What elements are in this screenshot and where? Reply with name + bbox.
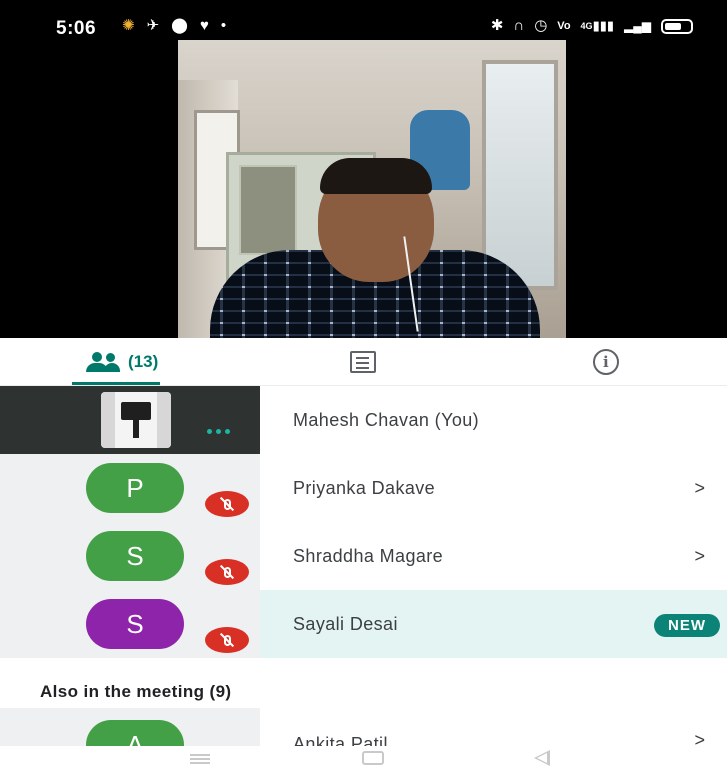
participant-video: [178, 40, 566, 338]
participant-row[interactable]: S Sayali Desai NEW: [0, 590, 727, 658]
participant-tile: A: [0, 708, 260, 746]
avatar: A: [86, 720, 184, 746]
home-icon[interactable]: [362, 751, 384, 765]
participant-name: Sayali Desai: [293, 613, 398, 634]
participant-tile: P: [0, 454, 260, 522]
tab-chat[interactable]: [242, 338, 484, 385]
avatar: P: [86, 463, 184, 513]
mic-muted-icon: [205, 627, 249, 653]
cell-signal-icon: ▂▄▆: [624, 19, 651, 33]
participant-tile: [0, 386, 260, 454]
volte-icon: Vo: [557, 20, 571, 32]
status-time: 5:06: [56, 18, 97, 39]
also-in-meeting-heading: Also in the meeting (9): [40, 682, 232, 701]
speaking-indicator-icon: [207, 429, 230, 434]
chevron-right-icon[interactable]: >: [694, 478, 705, 499]
participant-tile: S: [0, 590, 260, 658]
status-right-icons: ✱ ∩ ◷ Vo 4G▮▮▮ ▂▄▆: [491, 16, 693, 36]
headphones-icon: ∩: [513, 17, 525, 34]
status-left-icons: ✺ ✈ ⬤ ♥ •: [122, 16, 226, 36]
status-bar: 5:06 ✺ ✈ ⬤ ♥ • ✱ ∩ ◷ Vo 4G▮▮▮ ▂▄▆: [0, 0, 727, 52]
participant-name: Priyanka Dakave: [293, 477, 436, 498]
menu-icon[interactable]: [190, 754, 210, 756]
bluetooth-icon: ✱: [490, 17, 504, 34]
app-icon: ✈: [146, 17, 160, 34]
people-count: (13): [128, 351, 159, 371]
video-person-hair: [320, 158, 432, 194]
participant-list: Mahesh Chavan (You) P Priyanka Dakave > …: [0, 386, 727, 658]
people-icon: [84, 351, 121, 372]
info-icon: i: [592, 348, 619, 375]
mic-muted-icon: [205, 491, 249, 517]
mic-muted-icon: [205, 559, 249, 585]
tab-info[interactable]: i: [485, 338, 727, 385]
participant-name: Shraddha Magare: [293, 545, 444, 566]
participant-row-you[interactable]: Mahesh Chavan (You): [0, 386, 727, 454]
battery-icon: [661, 18, 693, 34]
back-icon[interactable]: [534, 750, 550, 766]
meeting-tab-bar: (13) i: [0, 338, 727, 386]
dot-icon: •: [220, 17, 227, 34]
avatar: S: [86, 599, 184, 649]
video-window-right: [482, 60, 558, 290]
video-feed-area[interactable]: 5:06 ✺ ✈ ⬤ ♥ • ✱ ∩ ◷ Vo 4G▮▮▮ ▂▄▆: [0, 0, 727, 338]
wifi-signal-icon: 4G▮▮▮: [580, 18, 615, 33]
participant-row[interactable]: P Priyanka Dakave >: [0, 454, 727, 522]
avatar: S: [86, 531, 184, 581]
tab-people[interactable]: (13): [0, 338, 242, 385]
health-icon: ♥: [199, 17, 209, 34]
chevron-right-icon[interactable]: >: [694, 546, 705, 567]
chevron-right-icon[interactable]: >: [694, 730, 705, 746]
notification-icon: ✺: [122, 17, 135, 34]
participant-name: Ankita Patil: [293, 734, 388, 746]
chat-icon: [350, 350, 377, 373]
new-badge: NEW: [654, 614, 720, 637]
location-icon: ⬤: [171, 17, 188, 34]
alarm-icon: ◷: [534, 17, 548, 34]
video-cabinet-glass: [239, 165, 297, 255]
system-nav-bar: [0, 746, 727, 771]
participant-tile: S: [0, 522, 260, 590]
network-type-label: 4G: [580, 21, 593, 31]
participant-row[interactable]: S Shraddha Magare >: [0, 522, 727, 590]
avatar: [101, 392, 171, 448]
participant-row[interactable]: A Ankita Patil >: [0, 708, 727, 746]
participant-name: Mahesh Chavan (You): [293, 409, 480, 430]
